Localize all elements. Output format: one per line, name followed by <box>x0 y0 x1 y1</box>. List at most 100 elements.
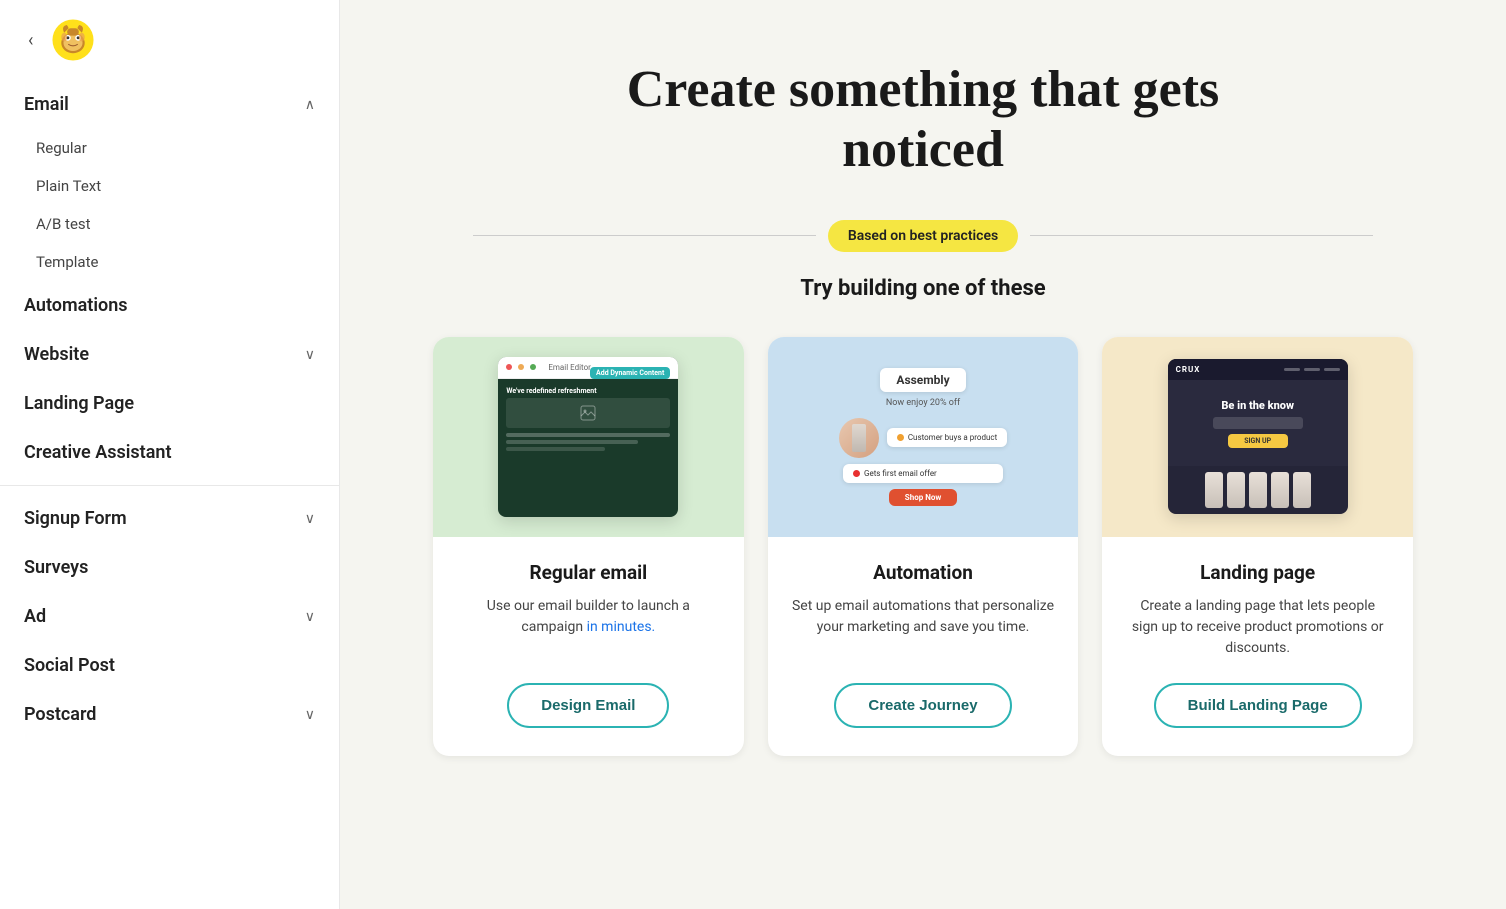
automation-step-row-1: Customer buys a product <box>839 418 1007 458</box>
sidebar-header: ‹ <box>0 0 339 80</box>
dot-green <box>530 364 536 370</box>
sidebar-surveys-label: Surveys <box>24 557 88 578</box>
card-regular-email: Email Editor We've redefined refreshment <box>433 337 744 756</box>
sidebar-item-postcard[interactable]: Postcard ∨ <box>0 690 339 739</box>
mockup-headline: We've redefined refreshment <box>506 387 670 395</box>
sidebar-creative-label: Creative Assistant <box>24 442 172 463</box>
landing-email-input <box>1213 417 1303 429</box>
sidebar-item-email[interactable]: Email ∧ <box>0 80 339 129</box>
text-line-1 <box>506 433 670 437</box>
card-landing-body: Landing page Create a landing page that … <box>1102 537 1413 756</box>
sidebar-item-signup-form[interactable]: Signup Form ∨ <box>0 494 339 543</box>
design-email-button[interactable]: Design Email <box>507 683 669 728</box>
landing-signup-btn: SIGN UP <box>1228 434 1288 448</box>
sidebar-website-label: Website <box>24 344 89 365</box>
sidebar-landing-label: Landing Page <box>24 393 134 414</box>
landing-products <box>1168 466 1348 514</box>
sidebar-item-landing-page[interactable]: Landing Page <box>0 379 339 428</box>
card-regular-image: Email Editor We've redefined refreshment <box>433 337 744 537</box>
card-automation-desc: Set up email automations that personaliz… <box>792 596 1055 659</box>
automation-step-2: Gets first email offer <box>843 464 1003 483</box>
card-landing-page: CRUX Be in the know SIGN UP <box>1102 337 1413 756</box>
build-landing-page-button[interactable]: Build Landing Page <box>1154 683 1362 728</box>
step-dot-1 <box>897 434 904 441</box>
automation-mockup: Assembly Now enjoy 20% off Customer buys… <box>827 356 1019 518</box>
product-bottle-3 <box>1249 472 1267 508</box>
signup-chevron-icon: ∨ <box>305 511 315 527</box>
card-automation-image: Assembly Now enjoy 20% off Customer buys… <box>768 337 1079 537</box>
email-editor-mockup: Email Editor We've redefined refreshment <box>498 357 678 517</box>
sidebar-section-email: Email ∧ Regular Plain Text A/B test Temp… <box>0 80 339 281</box>
nav-line-2 <box>1304 368 1320 371</box>
subtitle: Try building one of these <box>800 276 1045 301</box>
mockup-body: We've redefined refreshment <box>498 379 678 459</box>
text-line-3 <box>506 447 604 451</box>
postcard-chevron-icon: ∨ <box>305 707 315 723</box>
landing-header: CRUX <box>1168 359 1348 380</box>
card-regular-body: Regular email Use our email builder to l… <box>433 537 744 756</box>
sidebar-ad-label: Ad <box>24 606 46 627</box>
sidebar-signup-label: Signup Form <box>24 508 127 529</box>
landing-hero: Be in the know SIGN UP <box>1168 380 1348 466</box>
card-landing-desc: Create a landing page that lets people s… <box>1126 596 1389 659</box>
create-journey-button[interactable]: Create Journey <box>834 683 1011 728</box>
sidebar-item-ad[interactable]: Ad ∨ <box>0 592 339 641</box>
sidebar-item-website[interactable]: Website ∨ <box>0 330 339 379</box>
cards-row: Email Editor We've redefined refreshment <box>433 337 1413 756</box>
card-automation-title: Automation <box>873 561 973 584</box>
product-bottle-4 <box>1271 472 1289 508</box>
product-bottle-5 <box>1293 472 1311 508</box>
editor-label: Email Editor <box>548 363 591 372</box>
divider-row: Based on best practices <box>473 220 1373 252</box>
sidebar-item-plain-text[interactable]: Plain Text <box>0 167 339 205</box>
sidebar-item-creative-assistant[interactable]: Creative Assistant <box>0 428 339 477</box>
card-regular-desc: Use our email builder to launch a campai… <box>457 596 720 659</box>
bottle-icon <box>852 424 866 452</box>
sidebar-social-label: Social Post <box>24 655 115 676</box>
sidebar-item-automations[interactable]: Automations <box>0 281 339 330</box>
product-bottle-1 <box>1205 472 1223 508</box>
back-button[interactable]: ‹ <box>20 26 41 55</box>
automation-title-badge: Assembly <box>880 368 965 392</box>
landing-hero-title: Be in the know <box>1221 399 1294 412</box>
sidebar-item-template[interactable]: Template <box>0 243 339 281</box>
product-thumb <box>839 418 879 458</box>
nav-line-3 <box>1324 368 1340 371</box>
mockup-image-block <box>506 398 670 428</box>
product-bottle-2 <box>1227 472 1245 508</box>
sidebar-item-ab-test[interactable]: A/B test <box>0 205 339 243</box>
landing-page-mockup: CRUX Be in the know SIGN UP <box>1168 359 1348 514</box>
main-content: Create something that gets noticed Based… <box>340 0 1506 909</box>
sidebar-email-label: Email <box>24 94 69 115</box>
landing-brand: CRUX <box>1176 365 1201 374</box>
sidebar: ‹ Email ∧ Regular Plain Text A/B test Te… <box>0 0 340 909</box>
text-line-2 <box>506 440 637 444</box>
card-regular-title: Regular email <box>529 561 647 584</box>
sidebar-postcard-label: Postcard <box>24 704 96 725</box>
sidebar-item-social-post[interactable]: Social Post <box>0 641 339 690</box>
sidebar-item-regular[interactable]: Regular <box>0 129 339 167</box>
sidebar-divider <box>0 485 339 486</box>
nav-line <box>1284 368 1300 371</box>
automation-cta-btn: Shop Now <box>889 489 957 506</box>
dot-yellow <box>518 364 524 370</box>
card-landing-title: Landing page <box>1200 561 1315 584</box>
automation-step-1: Customer buys a product <box>887 428 1007 447</box>
dynamic-content-tag: Add Dynamic Content <box>590 367 670 379</box>
sidebar-automations-label: Automations <box>24 295 128 316</box>
sidebar-item-surveys[interactable]: Surveys <box>0 543 339 592</box>
step-dot-2 <box>853 470 860 477</box>
divider-left <box>473 235 816 236</box>
landing-nav-dots <box>1284 368 1340 371</box>
divider-right <box>1030 235 1373 236</box>
ad-chevron-icon: ∨ <box>305 609 315 625</box>
automation-subtitle: Now enjoy 20% off <box>886 398 960 408</box>
email-chevron-icon: ∧ <box>305 97 315 113</box>
website-chevron-icon: ∨ <box>305 347 315 363</box>
card-automation-body: Automation Set up email automations that… <box>768 537 1079 756</box>
mailchimp-logo <box>51 18 95 62</box>
hero-title: Create something that gets noticed <box>573 60 1273 180</box>
best-practices-badge: Based on best practices <box>828 220 1018 252</box>
card-landing-image: CRUX Be in the know SIGN UP <box>1102 337 1413 537</box>
card-automation: Assembly Now enjoy 20% off Customer buys… <box>768 337 1079 756</box>
